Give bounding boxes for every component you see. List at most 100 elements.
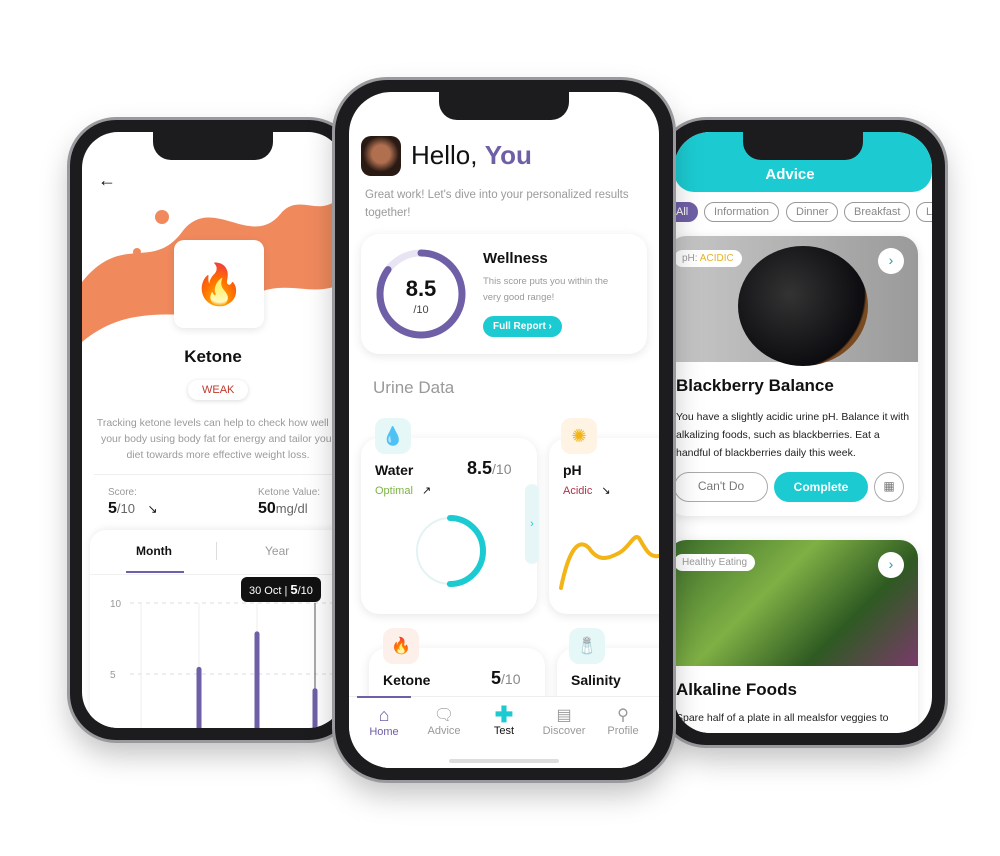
ph-status-text: Acidic	[563, 485, 593, 497]
ketone-screen: ← 🔥 Ketone WEAK Tracking ketone levels c…	[82, 132, 344, 728]
chip-more[interactable]: L	[916, 202, 932, 222]
ph-tag-label: pH:	[682, 253, 700, 264]
advice-screen: Advice All Information Dinner Breakfast …	[674, 132, 932, 733]
salinity-title: Salinity	[571, 672, 621, 688]
greeting-subtitle: Great work! Let's dive into your persona…	[365, 189, 629, 219]
water-card[interactable]: Water 8.5/10 Optimal ↗	[361, 438, 537, 614]
ketone-unit: mg/dl	[275, 501, 308, 516]
phone-right: Advice All Information Dinner Breakfast …	[660, 120, 945, 745]
flame-icon: 🔥	[194, 262, 244, 307]
open-arrow-button[interactable]: ›	[878, 552, 904, 578]
cant-do-button[interactable]: Can't Do	[674, 472, 768, 502]
card-text: You have a slightly acidic urine pH. Bal…	[676, 411, 910, 459]
tooltip-date: 30 Oct |	[249, 585, 291, 597]
ph-tag: pH: ACIDIC	[674, 250, 742, 267]
avatar[interactable]	[361, 136, 401, 176]
chip-dinner[interactable]: Dinner	[786, 202, 839, 222]
home-screen: Hello, You Great work! Let's dive into y…	[349, 92, 659, 768]
y-tick-label: 10	[110, 600, 122, 610]
chart-bar[interactable]	[312, 688, 318, 728]
ketone-title: Ketone	[383, 672, 431, 688]
back-arrow-icon[interactable]: ←	[98, 170, 116, 191]
chart-bar[interactable]	[254, 631, 260, 728]
notch	[153, 132, 273, 160]
ketone-number: 50	[258, 500, 276, 517]
score-value: 5/10 ↘	[108, 500, 158, 518]
person-icon: ⚲	[617, 707, 629, 724]
wellness-text: This score puts you within the very good…	[483, 276, 609, 303]
water-max: /10	[492, 461, 512, 477]
home-icon: ⌂	[378, 705, 390, 725]
bottom-nav: ⌂ Home 🗨 Advice ✚ Test ▤ Discover ⚲ Profile	[349, 696, 659, 768]
carousel-next-button[interactable]: ›	[525, 484, 539, 564]
section-title: Urine Data	[373, 378, 455, 397]
water-status-text: Optimal	[375, 485, 413, 497]
divider	[94, 474, 344, 475]
trend-down-icon: ↘	[601, 485, 611, 497]
advice-card-alkaline[interactable]: Healthy Eating › Alkaline Foods Spare ha…	[674, 540, 918, 733]
advice-card-blackberry[interactable]: pH: ACIDIC › Blackberry Balance You have…	[674, 236, 918, 516]
metric-title: Ketone	[184, 347, 242, 366]
trend-up-icon: ↗	[421, 485, 432, 497]
citrus-icon: ✺	[561, 418, 597, 454]
ketone-value: 5/10	[491, 668, 520, 689]
ph-title: pH	[563, 462, 582, 478]
card-text: Spare half of a plate in all mealsfor ve…	[676, 712, 889, 724]
chip-information[interactable]: Information	[704, 202, 780, 222]
ph-status: Acidic ↘	[563, 484, 611, 497]
card-title: Alkaline Foods	[676, 680, 797, 699]
score-number: 5	[108, 500, 117, 517]
tab-divider	[216, 542, 217, 560]
header-title: Advice	[765, 166, 815, 183]
full-report-button[interactable]: Full Report ›	[483, 316, 562, 337]
chart-card: Month Year 30 Oct | 5/10 10 5	[90, 530, 344, 728]
ph-trend-line	[559, 535, 659, 590]
nav-label: Profile	[607, 725, 639, 737]
nav-home[interactable]: ⌂ Home	[354, 705, 414, 738]
nav-discover[interactable]: ▤ Discover	[534, 705, 594, 737]
notch	[743, 132, 863, 160]
calendar-icon[interactable]: ▦	[874, 472, 904, 502]
complete-button[interactable]: Complete	[774, 472, 868, 502]
nav-test[interactable]: ✚ Test	[474, 702, 534, 738]
water-score: 8.5	[467, 458, 493, 478]
tooltip-value: 5	[290, 582, 298, 597]
plus-icon: ✚	[494, 702, 514, 727]
ketone-icon-box: 🔥	[174, 240, 264, 328]
ketone-value: 50mg/dl	[258, 500, 308, 518]
home-indicator	[449, 759, 559, 763]
trend-down-icon: ↘	[147, 502, 158, 516]
phone-center: Hello, You Great work! Let's dive into y…	[335, 80, 673, 780]
nav-label: Discover	[542, 725, 586, 737]
nav-label: Advice	[427, 725, 461, 737]
wellness-card[interactable]: 8.5 /10 Wellness This score puts you wit…	[361, 234, 647, 354]
open-arrow-button[interactable]: ›	[878, 248, 904, 274]
nav-active-indicator	[357, 696, 411, 698]
chart-header-divider	[90, 574, 344, 575]
chip-all[interactable]: All	[674, 202, 699, 222]
nav-profile[interactable]: ⚲ Profile	[593, 705, 653, 737]
user-name: You	[484, 140, 532, 170]
nav-label: Home	[369, 726, 399, 738]
water-value: 8.5/10	[467, 458, 512, 479]
tab-year[interactable]: Year	[265, 544, 289, 558]
ketone-max: /10	[501, 671, 521, 687]
tooltip-max: /10	[297, 585, 313, 597]
nav-advice[interactable]: 🗨 Advice	[414, 705, 474, 737]
wellness-title: Wellness	[483, 250, 548, 267]
tab-month[interactable]: Month	[136, 544, 172, 558]
chart-tooltip: 30 Oct | 5/10	[241, 577, 321, 602]
wellness-max: /10	[413, 304, 429, 316]
score-label: Score:	[108, 487, 137, 498]
metric-description: Tracking ketone levels can help to check…	[96, 417, 340, 461]
water-status: Optimal ↗	[375, 484, 431, 497]
chat-icon: 🗨	[433, 707, 455, 724]
chip-breakfast[interactable]: Breakfast	[844, 202, 911, 222]
tab-month-underline	[126, 571, 184, 573]
water-drop-icon: 💧	[375, 418, 411, 454]
chart-bar[interactable]	[196, 666, 202, 728]
water-progress-ring	[414, 515, 486, 587]
water-title: Water	[375, 462, 414, 478]
notebook-icon: ▤	[556, 707, 572, 724]
ph-card[interactable]: pH Acidic ↘	[549, 438, 659, 614]
